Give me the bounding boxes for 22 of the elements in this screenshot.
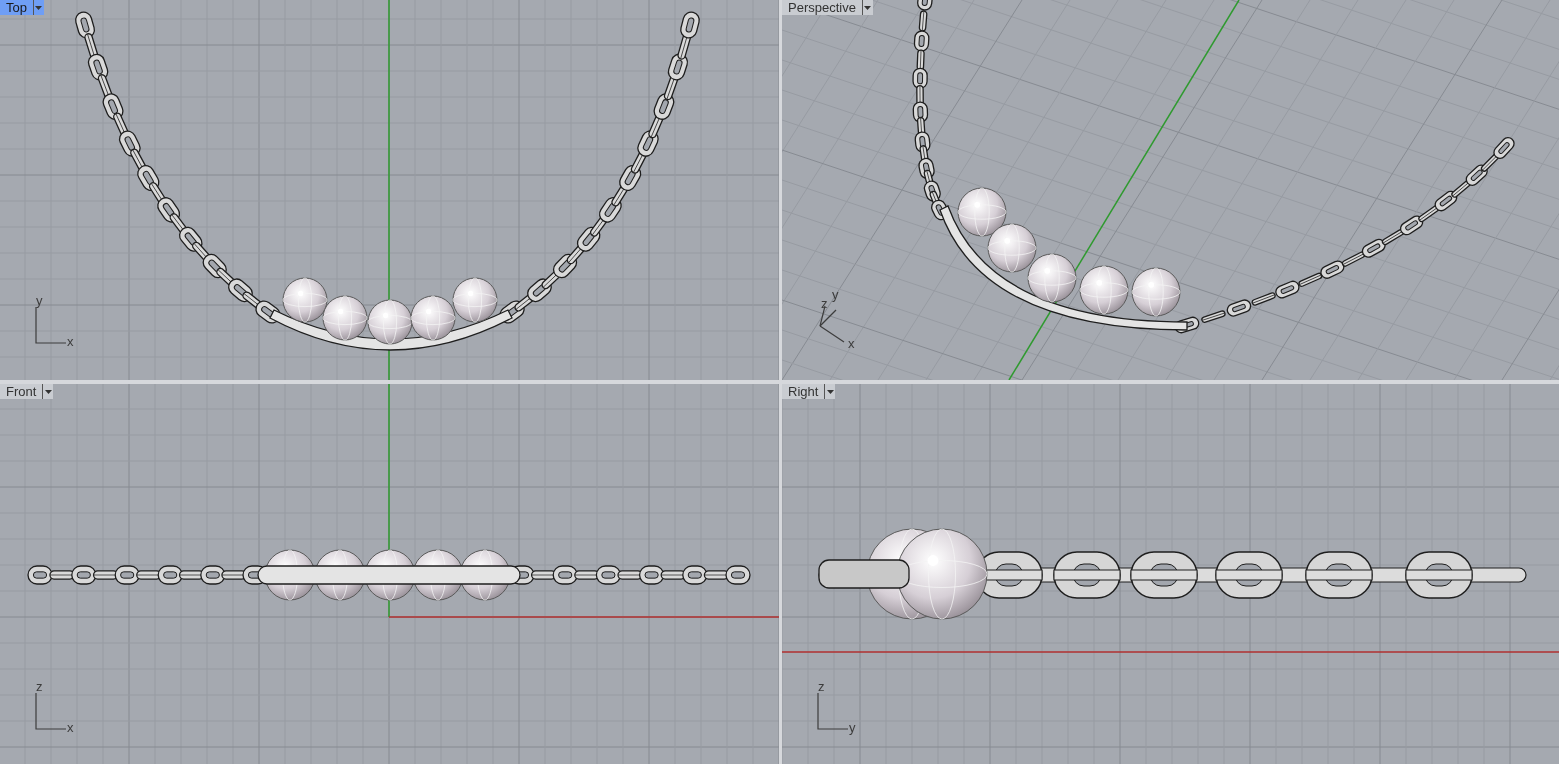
dropdown-caret-icon[interactable] xyxy=(824,384,836,399)
axis-icon xyxy=(817,692,849,730)
axis-icon xyxy=(35,692,67,730)
viewport[interactable]: Right z y xyxy=(782,384,1559,764)
viewport-tab[interactable]: Front xyxy=(0,384,43,399)
viewport-tab[interactable]: Top xyxy=(0,0,33,15)
axis-label: y xyxy=(849,720,856,735)
viewport-tab[interactable]: Perspective xyxy=(782,0,862,15)
dropdown-caret-icon[interactable] xyxy=(861,0,873,15)
axis-label: x xyxy=(848,336,855,351)
axis-icon xyxy=(35,306,67,344)
axis-label: x xyxy=(67,720,74,735)
axis-label: z xyxy=(818,679,825,694)
viewport-tab[interactable]: Right xyxy=(782,384,825,399)
axis-label: z xyxy=(36,679,43,694)
viewport[interactable]: Top y x xyxy=(0,0,779,380)
axis-label: y xyxy=(832,287,839,302)
viewport[interactable]: Front z x xyxy=(0,384,779,764)
axis-label: x xyxy=(67,334,74,349)
axis-label: y xyxy=(36,293,43,308)
dropdown-caret-icon[interactable] xyxy=(42,384,54,399)
dropdown-caret-icon[interactable] xyxy=(32,0,44,15)
